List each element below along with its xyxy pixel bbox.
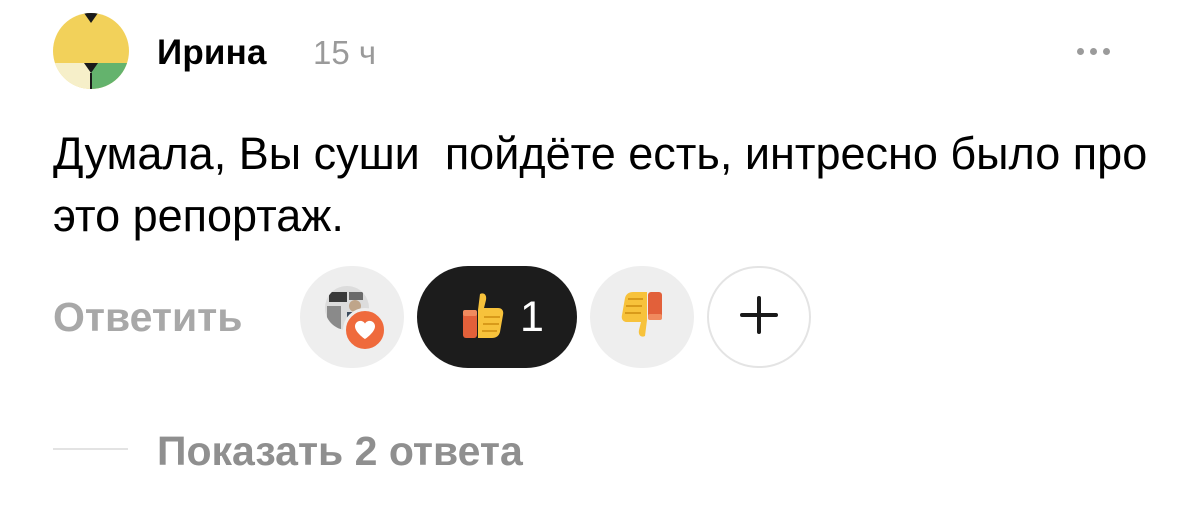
thumbs-down-icon [619,290,665,345]
reply-button[interactable]: Ответить [53,294,242,341]
thumbs-up-icon [460,290,506,345]
comment-text: Думала, Вы суши пойдёте есть, интресно б… [53,128,1160,241]
add-reaction-button[interactable] [707,266,811,368]
heart-icon [343,308,387,352]
like-button[interactable]: 1 [417,266,577,368]
show-replies-button[interactable]: Показать 2 ответа [157,428,523,475]
comment: Ирина 15 ч Думала, Вы суши пойдёте есть,… [0,0,1200,512]
like-count: 1 [520,292,544,341]
reactions-summary-button[interactable] [300,266,404,368]
comment-timestamp: 15 ч [313,34,377,71]
author-name[interactable]: Ирина [157,33,267,73]
plus-icon [739,295,779,340]
more-options-icon[interactable] [1068,36,1118,66]
reactors-group [321,286,387,352]
replies-divider [53,448,128,450]
dislike-button[interactable] [590,266,694,368]
user-avatar[interactable] [53,13,129,89]
